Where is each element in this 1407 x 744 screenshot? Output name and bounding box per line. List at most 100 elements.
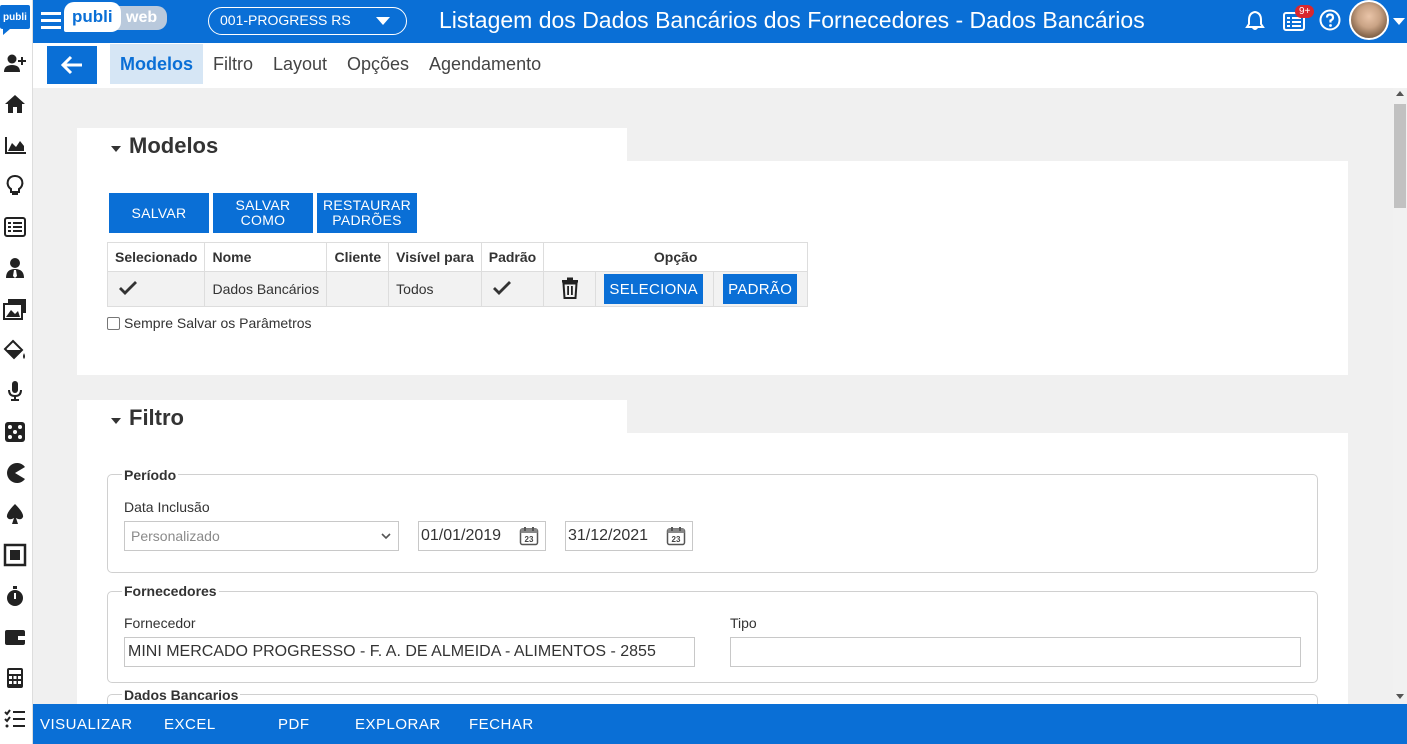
date-to-input[interactable]: 31/12/2021 23 [565,521,693,551]
page-title: Listagem dos Dados Bancários dos Fornece… [439,7,1145,33]
sempre-salvar-checkbox[interactable] [107,316,120,330]
svg-text:23: 23 [672,535,681,544]
tipo-input[interactable] [730,637,1301,667]
fechar-button[interactable]: FECHAR [469,704,534,744]
col-header-nome: Nome [204,242,328,272]
app-logo[interactable]: publi [0,3,30,37]
arrow-left-icon [61,55,82,75]
spade-icon[interactable] [2,501,28,527]
collapse-caret-icon[interactable] [111,146,121,152]
data-inclusao-label: Data Inclusão [124,499,210,515]
salvar-button[interactable]: SALVAR [109,193,209,233]
list-icon[interactable] [2,214,28,240]
data-inclusao-select-value: Personalizado [131,528,220,544]
brand-logo[interactable]: web publi [64,2,194,38]
row-visivel-para: Todos [388,271,482,307]
trash-icon[interactable] [560,277,580,299]
filtro-title: Filtro [129,405,184,430]
microphone-icon[interactable] [2,378,28,404]
calculator-icon[interactable] [2,665,28,691]
company-select-value: 001-PROGRESS RS [220,12,351,28]
dice-icon[interactable] [2,419,28,445]
row-nome: Dados Bancários [204,271,328,307]
date-to-value: 31/12/2021 [568,527,649,544]
fornecedores-legend: Fornecedores [122,583,219,599]
col-header-selecionado: Selecionado [106,242,206,272]
visualizar-button[interactable]: VISUALIZAR [40,704,133,744]
bottom-action-bar: VISUALIZAR EXCEL PDF EXPLORAR FECHAR [33,704,1407,744]
left-icon-rail: publi [0,0,33,744]
hamburger-icon[interactable] [40,9,62,31]
svg-text:23: 23 [525,535,534,544]
dados-bancarios-legend: Dados Bancarios [122,687,241,703]
periodo-legend: Período [122,467,179,483]
chevron-down-icon [376,17,390,25]
collapse-caret-icon[interactable] [111,418,121,424]
padrao-button[interactable]: PADRÃO [723,274,798,304]
top-bar: web publi 001-PROGRESS RS Listagem dos D… [33,0,1407,43]
wallet-icon[interactable] [2,624,28,650]
home-icon[interactable] [2,91,28,117]
tab-agendamento[interactable]: Agendamento [419,44,551,84]
chevron-down-icon [381,533,391,540]
tab-opcoes[interactable]: Opções [337,44,419,84]
selected-check-icon [106,271,206,307]
modelos-table: Selecionado Nome Cliente Visível para Pa… [106,242,809,307]
fornecedor-input[interactable]: MINI MERCADO PROGRESSO - F. A. DE ALMEID… [124,637,695,667]
data-inclusao-select[interactable]: Personalizado [124,521,399,551]
brand-publi: publi [64,2,121,32]
bell-icon[interactable] [1244,10,1266,37]
table-row[interactable]: Dados Bancários Todos SELECIONA PADRÃO [106,271,809,307]
scroll-up-icon[interactable] [1396,91,1404,96]
modelos-title: Modelos [129,133,219,158]
area-chart-icon[interactable] [2,132,28,158]
seleciona-button[interactable]: SELECIONA [604,274,704,304]
avatar-chevron-down-icon[interactable] [1393,18,1405,25]
col-header-padrao: Padrão [480,242,545,272]
salvar-como-button[interactable]: SALVAR COMO [213,193,313,233]
tab-filtro[interactable]: Filtro [203,44,263,84]
pdf-button[interactable]: PDF [278,704,310,744]
avatar[interactable] [1349,0,1389,40]
stopwatch-icon[interactable] [2,583,28,609]
default-check-icon [480,271,545,307]
calendar-icon[interactable]: 23 [666,526,686,546]
col-header-visivel-para: Visível para [388,242,482,272]
sempre-salvar-row: Sempre Salvar os Parâmetros [107,315,312,331]
row-cliente [326,271,390,307]
help-icon[interactable] [1319,9,1341,36]
restaurar-padroes-button[interactable]: RESTAURAR PADRÕES [317,193,417,233]
scroll-thumb[interactable] [1394,104,1406,208]
vertical-scrollbar[interactable] [1393,88,1407,704]
company-select[interactable]: 001-PROGRESS RS [208,7,407,35]
images-icon[interactable] [2,296,28,322]
stop-square-icon[interactable] [2,542,28,568]
col-header-cliente: Cliente [326,242,390,272]
paint-bucket-icon[interactable] [2,337,28,363]
seleciona-cell: SELECIONA [595,271,715,307]
explorar-button[interactable]: EXPLORAR [355,704,441,744]
excel-button[interactable]: EXCEL [164,704,216,744]
notification-badge: 9+ [1295,5,1315,18]
lightbulb-icon[interactable] [2,173,28,199]
padrao-cell: PADRÃO [713,271,809,307]
col-header-opcao: Opção [543,242,809,272]
date-from-input[interactable]: 01/01/2019 23 [418,521,546,551]
back-button[interactable] [47,46,97,84]
sempre-salvar-label: Sempre Salvar os Parâmetros [124,315,312,331]
sub-nav: Modelos Filtro Layout Opções Agendamento [33,43,1407,88]
date-from-value: 01/01/2019 [421,527,502,544]
delete-cell [543,271,597,307]
fornecedor-label: Fornecedor [124,615,196,631]
tipo-label: Tipo [730,615,757,631]
app-logo-text: publi [3,12,27,23]
scroll-down-icon[interactable] [1396,694,1404,699]
checklist-icon[interactable] [2,706,28,732]
calendar-icon[interactable]: 23 [519,526,539,546]
tab-modelos[interactable]: Modelos [110,44,204,84]
pacman-icon[interactable] [2,460,28,486]
fornecedor-value: MINI MERCADO PROGRESSO - F. A. DE ALMEID… [128,643,656,660]
tab-layout[interactable]: Layout [263,44,337,84]
user-tie-icon[interactable] [2,255,28,281]
add-user-icon[interactable] [2,50,28,76]
